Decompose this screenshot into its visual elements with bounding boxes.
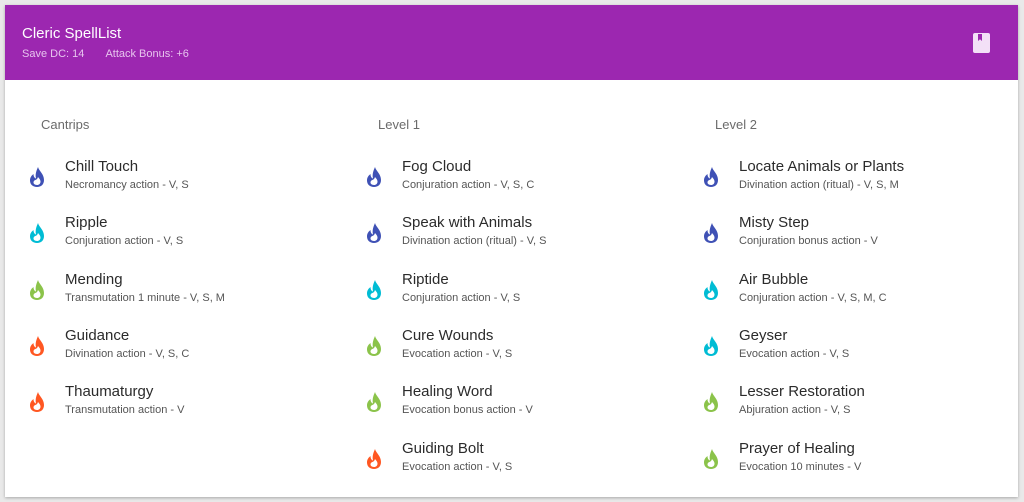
- spell-description: Evocation bonus action - V: [402, 404, 533, 417]
- spell-name: Fog Cloud: [402, 158, 472, 175]
- spell-list-item[interactable]: Locate Animals or Plants Divination actio…: [679, 154, 999, 204]
- header-bar: Cleric SpellList Save DC: 14 Attack Bonu…: [5, 5, 1018, 80]
- spell-list-item[interactable]: Thaumaturgy Transmutation action - V: [5, 379, 325, 429]
- spell-list-card: Cleric SpellList Save DC: 14 Attack Bonu…: [5, 5, 1018, 497]
- spell-description: Divination action - V, S, C: [65, 347, 190, 360]
- spell-name: Cure Wounds: [402, 326, 494, 344]
- flame-icon: [704, 223, 718, 244]
- spell-list-item[interactable]: Fog Cloud Conjuration action - V, S, C: [342, 154, 662, 204]
- flame-icon: [30, 335, 44, 356]
- spell-list-item[interactable]: Ripple Conjuration action - V, S: [5, 210, 325, 260]
- spell-name: Thaumaturgy: [65, 383, 154, 401]
- spell-list-item[interactable]: Prayer of Healing Evocation 10 minutes - …: [679, 436, 999, 486]
- spell-description: Evocation action - V, S: [402, 347, 513, 360]
- spell-name: Guidance: [65, 326, 130, 344]
- spell-list-item[interactable]: Lesser Restoration Abjuration action - V,…: [679, 379, 999, 429]
- spell-description: Evocation action - V, S: [402, 460, 513, 473]
- flame-icon: [367, 392, 381, 413]
- spell-list-item[interactable]: Riptide Conjuration action - V, S: [342, 267, 662, 317]
- stats-subtitle: Save DC: 14 Attack Bonus: +6: [22, 48, 189, 60]
- spell-description: Conjuration bonus action - V: [739, 235, 878, 248]
- flame-icon: [367, 279, 381, 300]
- spell-name: Lesser Restoration: [739, 383, 865, 401]
- spell-name: Riptide: [402, 270, 449, 288]
- flame-icon: [704, 448, 718, 469]
- spell-description: Abjuration action - V, S: [739, 404, 851, 417]
- column-heading: Level 2: [715, 117, 757, 132]
- attack-bonus: Attack Bonus: +6: [105, 48, 189, 60]
- spell-list-item[interactable]: Air Bubble Conjuration action - V, S, M, …: [679, 267, 999, 317]
- page-title: Cleric SpellList: [22, 25, 122, 42]
- spell-description: Evocation action - V, S: [739, 347, 850, 360]
- spell-name: Healing Word: [402, 383, 493, 401]
- spell-description: Necromancy action - V, S: [65, 179, 189, 191]
- spell-description: Evocation 10 minutes - V: [739, 460, 862, 473]
- spell-description: Divination action (ritual) - V, S, M: [739, 179, 899, 191]
- spell-name: Mending: [65, 270, 123, 288]
- spell-name: Ripple: [65, 214, 108, 232]
- spell-name: Geyser: [739, 326, 788, 344]
- flame-icon: [367, 448, 381, 469]
- spell-name: Air Bubble: [739, 270, 809, 288]
- spell-description: Conjuration action - V, S, M, C: [739, 291, 887, 304]
- spell-description: Conjuration action - V, S: [65, 235, 184, 248]
- flame-icon: [367, 167, 381, 187]
- spell-list-item[interactable]: Mending Transmutation 1 minute - V, S, M: [5, 267, 325, 317]
- spell-name: Speak with Animals: [402, 214, 533, 232]
- flame-icon: [30, 279, 44, 300]
- spell-list-item[interactable]: Speak with Animals Divination action (rit…: [342, 210, 662, 260]
- flame-icon: [704, 335, 718, 356]
- book-icon[interactable]: [973, 33, 990, 53]
- spell-name: Guiding Bolt: [402, 439, 484, 457]
- flame-icon: [704, 279, 718, 300]
- flame-icon: [704, 167, 718, 187]
- flame-icon: [30, 223, 44, 244]
- flame-icon: [367, 223, 381, 244]
- flame-icon: [367, 335, 381, 356]
- spell-description: Transmutation action - V: [65, 404, 185, 417]
- spell-description: Transmutation 1 minute - V, S, M: [65, 291, 225, 304]
- spell-name: Locate Animals or Plants: [739, 158, 905, 175]
- spell-list-item[interactable]: Geyser Evocation action - V, S: [679, 323, 999, 373]
- spell-list-item[interactable]: Chill Touch Necromancy action - V, S: [5, 154, 325, 204]
- flame-icon: [30, 392, 44, 413]
- flame-icon: [704, 392, 718, 413]
- spell-list-item[interactable]: Misty Step Conjuration bonus action - V: [679, 210, 999, 260]
- column-heading: Cantrips: [41, 117, 90, 132]
- spell-name: Prayer of Healing: [739, 439, 855, 457]
- spell-name: Misty Step: [739, 214, 810, 232]
- spell-list-item[interactable]: Healing Word Evocation bonus action - V: [342, 379, 662, 429]
- column-heading: Level 1: [378, 117, 420, 132]
- spell-list-item[interactable]: Cure Wounds Evocation action - V, S: [342, 323, 662, 373]
- spell-name: Chill Touch: [65, 158, 139, 175]
- spell-description: Divination action (ritual) - V, S: [402, 235, 547, 248]
- spell-description: Conjuration action - V, S: [402, 291, 521, 304]
- spell-list-item[interactable]: Guidance Divination action - V, S, C: [5, 323, 325, 373]
- flame-icon: [30, 167, 44, 187]
- spell-list-item[interactable]: Guiding Bolt Evocation action - V, S: [342, 436, 662, 486]
- spell-description: Conjuration action - V, S, C: [402, 179, 535, 191]
- save-dc: Save DC: 14: [22, 48, 85, 60]
